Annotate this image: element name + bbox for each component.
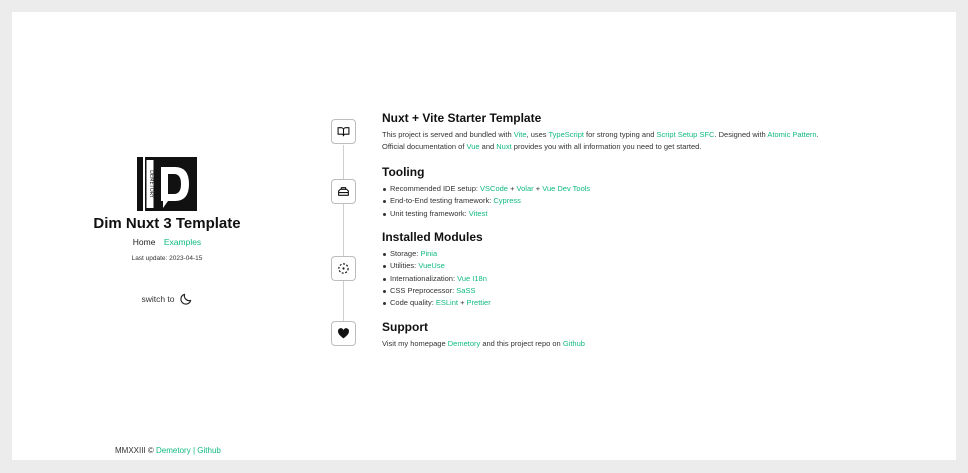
link-eslint[interactable]: ESLint xyxy=(436,298,458,307)
text: for strong typing and xyxy=(583,130,657,139)
section-tooling: Tooling Recommended IDE setup: VSCode + … xyxy=(382,165,902,220)
intro-line-1: This project is served and bundled with … xyxy=(382,129,902,141)
list-item: Internationalization: Vue I18n xyxy=(382,273,902,285)
theme-switch-button[interactable]: switch to xyxy=(72,292,262,306)
intro-line-2: Official documentation of Vue and Nuxt p… xyxy=(382,141,902,153)
text: Code quality: xyxy=(390,298,436,308)
link-vue[interactable]: Vue xyxy=(467,142,480,151)
link-pinia[interactable]: Pinia xyxy=(420,249,437,258)
logo[interactable]: DEMETORY xyxy=(137,157,197,211)
nav-examples[interactable]: Examples xyxy=(164,237,201,247)
text: , uses xyxy=(526,130,549,139)
link-github[interactable]: Github xyxy=(563,339,585,348)
moon-icon[interactable] xyxy=(179,292,193,306)
main-nav: Home Examples xyxy=(72,237,262,247)
modules-list: Storage: Pinia Utilities: VueUse Interna… xyxy=(382,248,902,309)
link-sass[interactable]: SaSS xyxy=(456,286,475,295)
section-modules-title: Installed Modules xyxy=(382,230,483,244)
text: and this project repo on xyxy=(480,339,563,348)
link-script-setup[interactable]: Script Setup SFC xyxy=(657,130,715,139)
text: + xyxy=(507,184,517,193)
list-item: Recommended IDE setup: VSCode + Volar + … xyxy=(382,183,902,195)
sidebar: DEMETORY Dim Nuxt 3 Template Home Exampl… xyxy=(72,157,262,306)
text: . xyxy=(816,130,819,139)
link-vite[interactable]: Vite xyxy=(514,130,527,139)
footer-copyright: MMXXIII © xyxy=(115,446,154,455)
book-icon xyxy=(331,119,356,144)
section-modules: Installed Modules Storage: Pinia Utiliti… xyxy=(382,230,902,309)
section-tooling-title: Tooling xyxy=(382,165,425,179)
link-prettier[interactable]: Prettier xyxy=(467,298,491,307)
section-support: Support Visit my homepage Demetory and t… xyxy=(382,320,902,350)
text: CSS Preprocessor: xyxy=(390,285,457,295)
link-vitest[interactable]: Vitest xyxy=(469,209,488,218)
main-card: DEMETORY Dim Nuxt 3 Template Home Exampl… xyxy=(12,12,956,460)
text: Recommended IDE setup: xyxy=(390,184,481,193)
heart-icon xyxy=(331,321,356,346)
text: and xyxy=(479,142,497,151)
text: Unit testing framework: xyxy=(390,208,469,218)
section-intro-title: Nuxt + Vite Starter Template xyxy=(382,111,542,125)
last-update: Last update: 2023-04-15 xyxy=(131,255,203,262)
timeline-line xyxy=(343,145,344,345)
text: Internationalization: xyxy=(390,273,458,283)
text: This project is served and bundled with xyxy=(382,130,514,139)
section-intro: Nuxt + Vite Starter Template This projec… xyxy=(382,111,902,153)
text: . Designed with xyxy=(714,130,768,139)
link-cypress[interactable]: Cypress xyxy=(493,196,521,205)
footer-separator: | xyxy=(192,446,196,455)
link-vue-i18n[interactable]: Vue I18n xyxy=(457,274,487,283)
link-nuxt[interactable]: Nuxt xyxy=(496,142,511,151)
text: Storage: xyxy=(390,249,421,258)
text: provides you with all information you ne… xyxy=(511,142,702,151)
support-line: Visit my homepage Demetory and this proj… xyxy=(382,338,902,350)
link-demetory[interactable]: Demetory xyxy=(448,339,481,348)
site-title: Dim Nuxt 3 Template xyxy=(93,215,241,232)
switch-label: switch to xyxy=(141,294,175,304)
section-support-title: Support xyxy=(382,320,428,334)
link-vscode[interactable]: VSCode xyxy=(480,184,508,193)
modules-icon xyxy=(331,256,356,281)
list-item: End-to-End testing framework: Cypress xyxy=(382,195,902,207)
link-volar[interactable]: Volar xyxy=(517,184,534,193)
tooling-list: Recommended IDE setup: VSCode + Volar + … xyxy=(382,183,902,220)
nav-home[interactable]: Home xyxy=(133,237,156,247)
link-vueuse[interactable]: VueUse xyxy=(418,261,444,270)
text: Visit my homepage xyxy=(382,339,448,348)
footer-link-github[interactable]: Github xyxy=(197,446,221,455)
link-typescript[interactable]: TypeScript xyxy=(549,130,584,139)
link-atomic-pattern[interactable]: Atomic Pattern xyxy=(767,130,816,139)
list-item: Code quality: ESLint + Prettier xyxy=(382,297,902,309)
footer: MMXXIII © Demetory | Github xyxy=(115,446,221,455)
text: + xyxy=(533,184,543,193)
text: + xyxy=(457,298,467,308)
footer-link-demetory[interactable]: Demetory xyxy=(156,446,191,455)
toolbox-icon xyxy=(331,179,356,204)
list-item: Utilities: VueUse xyxy=(382,260,902,272)
link-vue-dev-tools[interactable]: Vue Dev Tools xyxy=(542,184,590,193)
text: Utilities: xyxy=(390,261,419,271)
text: End-to-End testing framework: xyxy=(390,196,494,206)
list-item: Storage: Pinia xyxy=(382,248,902,260)
list-item: CSS Preprocessor: SaSS xyxy=(382,285,902,297)
list-item: Unit testing framework: Vitest xyxy=(382,208,902,220)
text: Official documentation of xyxy=(382,142,467,151)
logo-vertical-text: DEMETORY xyxy=(148,170,154,199)
